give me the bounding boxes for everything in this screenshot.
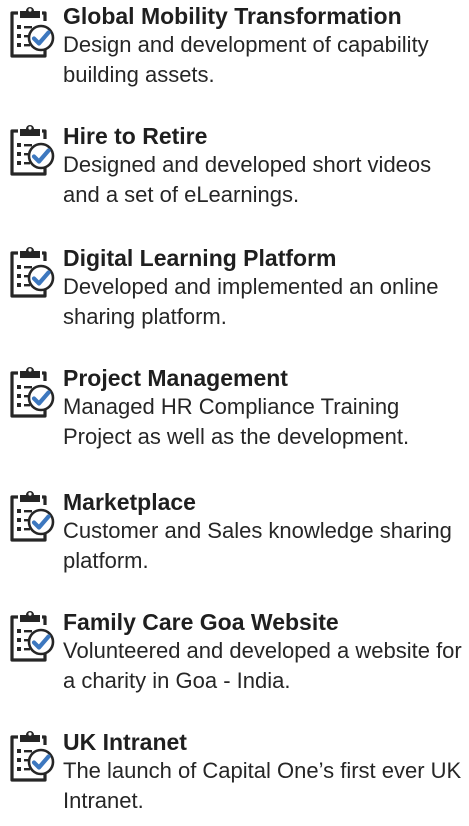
item-description: Managed HR Compliance Training Project a… [63,394,410,449]
clipboard-checklist-icon [5,728,57,784]
clipboard-checklist-icon [5,244,57,300]
clipboard-checklist-icon [5,608,57,664]
item-description: Customer and Sales knowledge sharing pla… [63,518,452,573]
project-list: Global Mobility Transformation Design an… [0,0,469,826]
item-description: Volunteered and developed a website for … [63,638,462,693]
item-title: Global Mobility Transformation [63,3,402,29]
item-title: Hire to Retire [63,123,208,149]
clipboard-checklist-icon [5,364,57,420]
item-title: Project Management [63,365,288,391]
item-description: Design and development of capability bui… [63,32,429,87]
clipboard-checklist-icon [5,4,57,60]
item-title: Family Care Goa Website [63,609,339,635]
item-description: Developed and implemented an online shar… [63,274,439,329]
clipboard-checklist-icon [5,122,57,178]
item-description: The launch of Capital One’s first ever U… [63,758,462,813]
item-description: Designed and developed short videos and … [63,152,432,207]
clipboard-checklist-icon [5,488,57,544]
item-title: Digital Learning Platform [63,245,337,271]
item-title: UK Intranet [63,729,187,755]
item-title: Marketplace [63,489,196,515]
